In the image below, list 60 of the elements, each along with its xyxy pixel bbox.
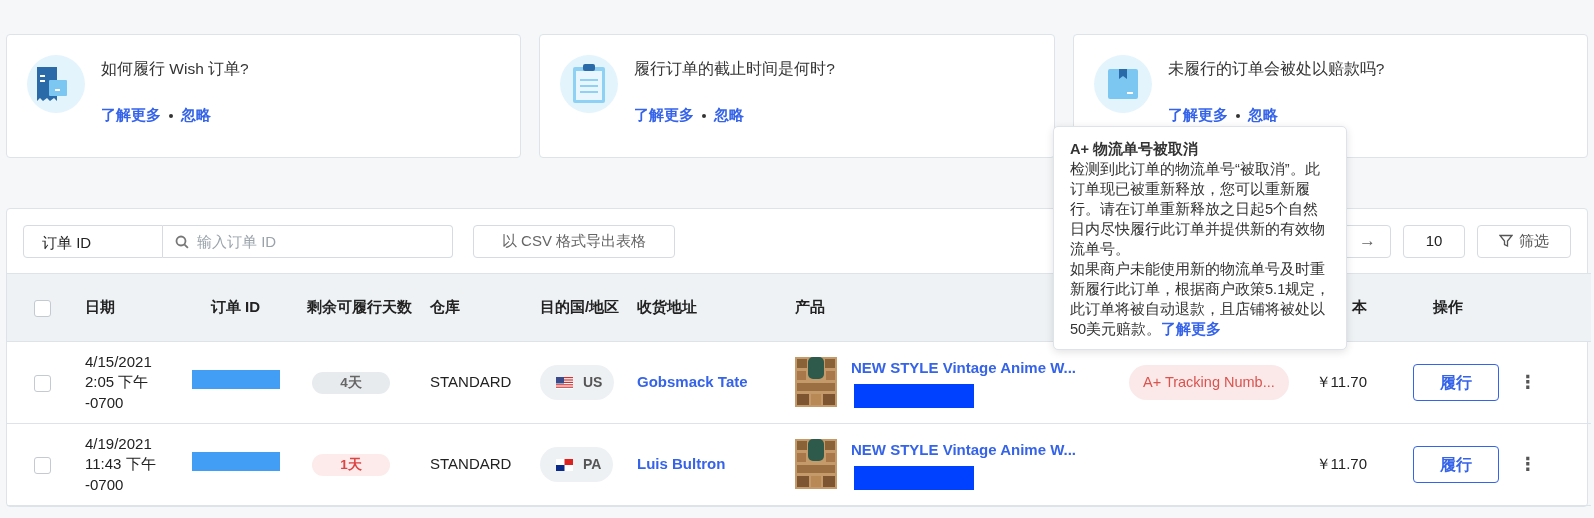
dismiss-link[interactable]: 忽略	[181, 104, 211, 127]
us-flag-icon	[556, 376, 573, 389]
column-header: 日期	[85, 298, 115, 316]
search-field[interactable]: 输入订单 ID	[163, 224, 453, 258]
row-checkbox[interactable]	[33, 456, 51, 474]
address-link[interactable]: Luis Bultron	[637, 455, 726, 473]
more-menu-button[interactable]: ⋮	[1513, 368, 1543, 396]
clipboard-icon	[560, 55, 619, 113]
column-header: 剩余可履行天数	[307, 298, 412, 316]
filter-label: 筛选	[1519, 230, 1549, 251]
page-size-field[interactable]: 10	[1403, 224, 1465, 258]
separator-dot	[702, 113, 707, 118]
column-header: 订单 ID	[210, 298, 261, 316]
filter-icon	[1499, 234, 1513, 248]
days-left-badge: 1天	[312, 453, 390, 477]
box-icon	[1093, 55, 1152, 113]
card-question: 未履行的订单会被处以赔款吗?	[1167, 59, 1385, 79]
export-csv-button[interactable]: 以 CSV 格式导出表格	[473, 224, 675, 258]
cost-text: ￥11.70	[1315, 373, 1367, 391]
status-badge: A+ Tracking Numb...	[1129, 364, 1289, 401]
dismiss-link[interactable]: 忽略	[1247, 104, 1278, 127]
learn-more-link[interactable]: 了解更多	[634, 104, 695, 127]
warehouse-text: STANDARD	[430, 455, 512, 473]
column-header: 目的国/地区	[540, 298, 620, 316]
more-menu-button[interactable]: ⋮	[1513, 450, 1543, 478]
column-header: 产品	[795, 298, 825, 316]
warehouse-text: STANDARD	[430, 373, 512, 391]
dismiss-link[interactable]: 忽略	[714, 104, 745, 127]
country-badge: US	[540, 365, 615, 400]
country-badge: PA	[540, 447, 614, 482]
column-header: 收货地址	[637, 298, 697, 316]
product-link[interactable]: NEW STYLE Vintage Anime W...	[851, 359, 1077, 377]
card-question: 履行订单的截止时间是何时?	[634, 59, 835, 79]
search-type-select[interactable]: 订单 ID	[23, 224, 163, 258]
address-link[interactable]: Gobsmack Tate	[637, 373, 748, 391]
tooltip-text: 检测到此订单的物流单号“被取消”。此订单现已被重新释放，您可以重新履行。请在订单重新释放之日起5个自然日内尽快履行此订单并提供新的有效物流单号。	[1070, 160, 1326, 259]
column-header: 操作	[1433, 298, 1463, 316]
receipt-box-icon	[27, 55, 85, 113]
days-left-badge: 4天	[312, 371, 390, 395]
select-all-checkbox[interactable]	[33, 299, 51, 317]
order-date: 4/15/2021 2:05 下午 -0700	[85, 352, 153, 413]
column-header: 本	[1352, 298, 1367, 316]
tooltip-title: A+ 物流单号被取消	[1070, 140, 1200, 159]
card-question: 如何履行 Wish 订单?	[101, 59, 249, 79]
product-link[interactable]: NEW STYLE Vintage Anime W...	[851, 441, 1077, 459]
learn-more-link[interactable]: 了解更多	[1167, 104, 1228, 127]
fulfill-button[interactable]: 履行	[1413, 364, 1499, 401]
row-checkbox[interactable]	[33, 374, 51, 392]
column-header: 仓库	[430, 298, 460, 316]
learn-more-link[interactable]: 了解更多	[101, 104, 161, 127]
separator-dot	[169, 113, 173, 118]
cost-text: ￥11.70	[1315, 455, 1367, 473]
fulfill-button[interactable]: 履行	[1413, 446, 1499, 483]
learn-more-link[interactable]: 了解更多	[1161, 321, 1222, 337]
order-date: 4/19/2021 11:43 下午 -0700	[85, 434, 157, 495]
search-icon	[175, 234, 189, 249]
separator-dot	[1235, 113, 1240, 118]
panama-flag-icon	[556, 458, 573, 471]
tooltip-text: 如果商户未能使用新的物流单号及时重新履行此订单，根据商户政策5.1规定，此订单将被自动退款，且店铺将被处以50美元赔款。了解更多	[1070, 260, 1332, 339]
filter-button[interactable]: 筛选	[1477, 224, 1571, 258]
